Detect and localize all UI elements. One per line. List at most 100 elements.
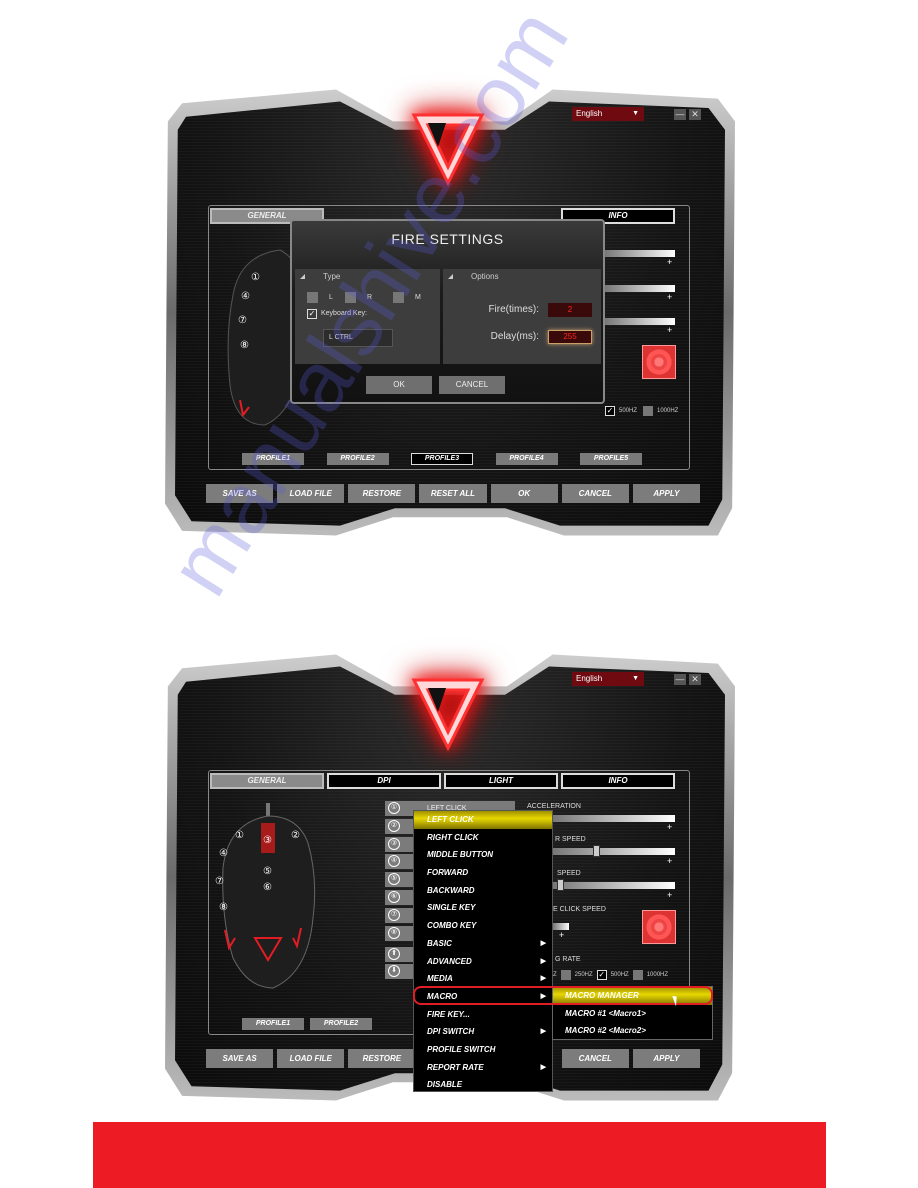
menu-item-basic[interactable]: BASIC ▶ — [414, 935, 552, 953]
keyboard-key-field[interactable]: L CTRL — [323, 329, 393, 347]
pointer-speed-slider[interactable] — [605, 285, 675, 292]
mouse-diagram: ① ③ ② ④ ⑤ ⑥ ⑦ ⑧ — [215, 803, 316, 989]
button-number: ② — [388, 819, 400, 832]
double-click-test-area[interactable] — [642, 910, 676, 944]
restore-button[interactable]: RESTORE — [348, 484, 416, 503]
scroll-speed-slider[interactable] — [553, 882, 675, 889]
menu-item-label: DPI SWITCH — [427, 1027, 475, 1037]
scroll-speed-thumb[interactable] — [557, 879, 564, 891]
menu-item-right-click[interactable]: RIGHT CLICK — [414, 829, 552, 847]
delay-input[interactable]: 255 — [548, 330, 592, 344]
profile-5-button[interactable]: PROFILE5 — [580, 453, 642, 465]
reset-all-button[interactable]: RESET ALL — [419, 484, 487, 503]
pointer-speed-thumb[interactable] — [593, 845, 600, 857]
menu-item-backward[interactable]: BACKWARD — [414, 882, 552, 900]
tab-info[interactable]: INFO — [561, 773, 675, 789]
profile-3-button[interactable]: PROFILE3 — [411, 453, 473, 465]
plus-icon[interactable]: + — [559, 930, 564, 940]
minimize-button[interactable]: — — [674, 109, 686, 120]
scroll-speed-slider[interactable] — [605, 318, 675, 325]
chevron-down-icon: ▼ — [632, 110, 639, 117]
fire-settings-dialog: FIRE SETTINGS Type L R M ✓ Keyboard Key:… — [290, 219, 605, 404]
save-as-button[interactable]: SAVE AS — [206, 1049, 274, 1068]
minimize-button[interactable]: — — [674, 674, 686, 685]
report-rate-1000[interactable]: 1000HZ — [643, 406, 678, 416]
type-l-checkbox[interactable] — [307, 292, 318, 303]
close-button[interactable]: ✕ — [689, 109, 701, 120]
dialog-title: FIRE SETTINGS — [391, 231, 504, 247]
type-r-checkbox[interactable] — [345, 292, 356, 303]
menu-item-combo-key[interactable]: COMBO KEY — [414, 917, 552, 935]
menu-item-report-rate[interactable]: REPORT RATE ▶ — [414, 1059, 552, 1077]
double-click-test-area[interactable] — [642, 345, 676, 379]
button-number: ⑥ — [388, 890, 400, 903]
ok-button[interactable]: OK — [490, 484, 558, 503]
menu-item-left-click[interactable]: LEFT CLICK — [414, 811, 552, 829]
submenu-arrow-icon: ▶ — [540, 1063, 546, 1071]
load-file-button[interactable]: LOAD FILE — [277, 484, 345, 503]
menu-item-macro[interactable]: MACRO ▶ — [414, 988, 552, 1006]
plus-icon[interactable]: + — [667, 257, 672, 267]
mouse-label-5: ⑤ — [263, 866, 272, 877]
dialog-cancel-button[interactable]: CANCEL — [439, 376, 505, 394]
cancel-button[interactable]: CANCEL — [561, 484, 629, 503]
submenu-item-macro-1[interactable]: MACRO #1 <Macro1> — [553, 1005, 712, 1023]
plus-icon[interactable]: + — [667, 292, 672, 302]
apply-button[interactable]: APPLY — [632, 1049, 700, 1068]
acceleration-slider[interactable] — [605, 250, 675, 257]
menu-item-label: MIDDLE BUTTON — [427, 850, 494, 860]
load-file-button[interactable]: LOAD FILE — [277, 1049, 345, 1068]
tab-general[interactable]: GENERAL — [210, 773, 324, 789]
mouse-label-8: ⑧ — [240, 340, 249, 351]
apply-button[interactable]: APPLY — [632, 484, 700, 503]
acceleration-slider[interactable] — [553, 815, 675, 822]
menu-item-middle-button[interactable]: MIDDLE BUTTON — [414, 846, 552, 864]
profile-1-button[interactable]: PROFILE1 — [242, 1018, 304, 1030]
report-rate-label: G RATE — [555, 956, 581, 963]
plus-icon[interactable]: + — [667, 325, 672, 335]
save-as-button[interactable]: SAVE AS — [206, 484, 274, 503]
profile-bar: PROFILE1 PROFILE2 — [242, 1018, 372, 1030]
profile-4-button[interactable]: PROFILE4 — [495, 453, 558, 465]
checkbox-checked-icon[interactable]: ✓ — [605, 406, 615, 416]
profile-2-button[interactable]: PROFILE2 — [310, 1018, 372, 1030]
report-rate-label: 1000HZ — [657, 408, 679, 414]
menu-item-disable[interactable]: DISABLE — [414, 1076, 552, 1094]
menu-item-media[interactable]: MEDIA ▶ — [414, 970, 552, 988]
plus-icon[interactable]: + — [667, 856, 672, 866]
checkbox-icon[interactable] — [560, 970, 571, 980]
menu-item-profile-switch[interactable]: PROFILE SWITCH — [414, 1041, 552, 1059]
report-rate-label: 250HZ — [574, 972, 593, 978]
cancel-button[interactable]: CANCEL — [561, 1049, 629, 1068]
keyboard-key-checkbox[interactable]: ✓ — [307, 309, 317, 319]
menu-item-dpi-switch[interactable]: DPI SWITCH ▶ — [414, 1023, 552, 1041]
checkbox-icon[interactable] — [632, 970, 643, 980]
language-value: English — [576, 674, 603, 683]
fire-times-input[interactable]: 2 — [548, 303, 592, 317]
profile-2-button[interactable]: PROFILE2 — [326, 453, 389, 465]
plus-icon[interactable]: + — [667, 822, 672, 832]
double-click-slider[interactable] — [553, 923, 569, 930]
checkbox-icon[interactable] — [643, 406, 653, 416]
menu-item-single-key[interactable]: SINGLE KEY — [414, 899, 552, 917]
menu-item-advanced[interactable]: ADVANCED ▶ — [414, 953, 552, 971]
checkbox-checked-icon[interactable]: ✓ — [596, 970, 607, 980]
report-rate-option[interactable]: Z 250HZ ✓ 500HZ 1000HZ — [553, 970, 668, 980]
close-button[interactable]: ✕ — [689, 674, 701, 685]
submenu-item-macro-manager[interactable]: MACRO MANAGER — [553, 987, 712, 1005]
report-rate-500[interactable]: ✓ 500HZ — [605, 406, 637, 416]
language-select[interactable]: English ▼ — [572, 107, 644, 121]
profile-1-button[interactable]: PROFILE1 — [242, 453, 304, 465]
tab-light[interactable]: LIGHT — [444, 773, 558, 789]
language-select[interactable]: English ▼ — [572, 672, 644, 686]
menu-item-fire-key[interactable]: FIRE KEY... — [414, 1006, 552, 1024]
tab-dpi[interactable]: DPI — [327, 773, 441, 789]
dialog-ok-button[interactable]: OK — [366, 376, 432, 394]
menu-item-forward[interactable]: FORWARD — [414, 864, 552, 882]
submenu-item-macro-2[interactable]: MACRO #2 <Macro2> — [553, 1022, 712, 1040]
restore-button[interactable]: RESTORE — [348, 1049, 416, 1068]
brand-logo-icon — [411, 678, 485, 752]
pointer-speed-slider[interactable] — [553, 848, 675, 855]
type-m-checkbox[interactable] — [393, 292, 404, 303]
plus-icon[interactable]: + — [667, 890, 672, 900]
